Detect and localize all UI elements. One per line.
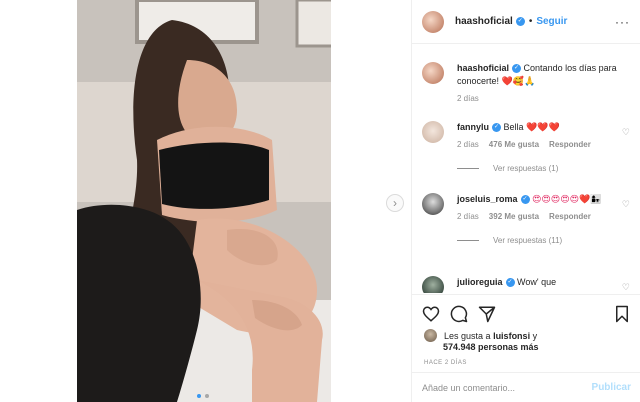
avatar[interactable] [422,62,444,84]
add-comment-bar: Publicar [412,372,640,402]
verified-icon: ✓ [492,123,502,133]
carousel-indicator [197,394,209,398]
reply-button[interactable]: Responder [549,140,591,149]
avatar[interactable] [422,193,444,215]
post-photo-illustration [77,0,331,402]
view-replies-button[interactable]: Ver respuestas (1) [457,164,632,173]
likes-count[interactable]: 574.948 personas más [443,342,539,352]
comment-likes[interactable]: 392 Me gusta [489,212,539,221]
caption-time: 2 días [457,94,479,103]
action-icons-row [412,295,640,325]
comment-text: Wow' que [517,277,557,287]
comment-emojis: 😍😍😍😍😍❤️👩‍👧 [532,194,602,204]
comment-username[interactable]: fannylu [457,122,489,132]
like-comment-heart-icon[interactable]: ♡ [622,199,630,210]
avatar[interactable] [422,276,444,293]
comment-likes[interactable]: 476 Me gusta [489,140,539,149]
replies-divider [457,240,479,241]
post-photo[interactable] [77,0,331,402]
verified-icon: ✓ [515,17,525,26]
replies-divider [457,168,479,169]
like-comment-heart-icon[interactable]: ♡ [622,282,630,293]
caption-emojis: ❤️🥰🙏 [501,76,536,86]
comment-input[interactable] [422,382,592,393]
caption: haashoficial ✓ Contando los días para con… [422,62,632,103]
verified-icon: ✓ [520,195,530,205]
post-time[interactable]: HACE 2 DÍAS [412,352,640,366]
publish-button[interactable]: Publicar [592,382,631,393]
carousel-next-button[interactable]: › [386,194,404,212]
post-media: › [0,0,411,402]
view-replies-label: Ver respuestas (11) [493,236,563,245]
likes-prefix: Les gusta a [444,330,491,341]
comment-username[interactable]: julioreguia [457,277,503,287]
header-separator: • [528,16,533,27]
comment-emojis: ❤️❤️❤️ [526,122,560,132]
share-icon[interactable] [478,305,496,323]
list-item: julioreguia ✓ Wow' que ♡ [422,276,632,293]
more-options-icon[interactable]: ··· [615,15,630,29]
verified-icon: ✓ [512,64,522,74]
comment-time: 2 días [457,140,479,149]
post-actions: Les gusta a luisfonsi y 574.948 personas… [412,294,640,402]
post-header: haashoficial ✓ • Seguir ··· [412,0,640,44]
comments-list[interactable]: haashoficial ✓ Contando los días para con… [412,45,640,293]
likes-user[interactable]: luisfonsi [493,331,530,341]
comment-username[interactable]: joseluis_roma [457,194,518,204]
likes-suffix: y [532,330,538,341]
carousel-dot [197,394,201,398]
caption-username[interactable]: haashoficial [457,63,509,73]
follow-button[interactable]: Seguir [536,16,567,27]
avatar[interactable] [424,329,437,342]
view-replies-label: Ver respuestas (1) [493,164,559,173]
comment-text: Bella [503,122,524,132]
view-replies-button[interactable]: Ver respuestas (11) [457,236,632,245]
bookmark-icon[interactable] [613,305,631,323]
heart-icon[interactable] [422,305,440,323]
like-comment-heart-icon[interactable]: ♡ [622,127,630,138]
verified-icon: ✓ [505,278,515,288]
list-item: joseluis_roma ✓ 😍😍😍😍😍❤️👩‍👧 ♡ 2 días 392 M… [422,193,632,245]
likes-summary: Les gusta a luisfonsi y [412,325,640,342]
post-side-panel: haashoficial ✓ • Seguir ··· haashoficial… [411,0,640,402]
chevron-right-icon: › [393,196,397,210]
reply-button[interactable]: Responder [549,212,591,221]
comment-time: 2 días [457,212,479,221]
list-item: fannylu ✓ Bella ❤️❤️❤️ ♡ 2 días 476 Me gu… [422,121,632,173]
carousel-dot [205,394,209,398]
avatar[interactable] [422,121,444,143]
avatar[interactable] [422,10,444,33]
header-username[interactable]: haashoficial [455,16,513,27]
comment-icon[interactable] [450,305,468,323]
